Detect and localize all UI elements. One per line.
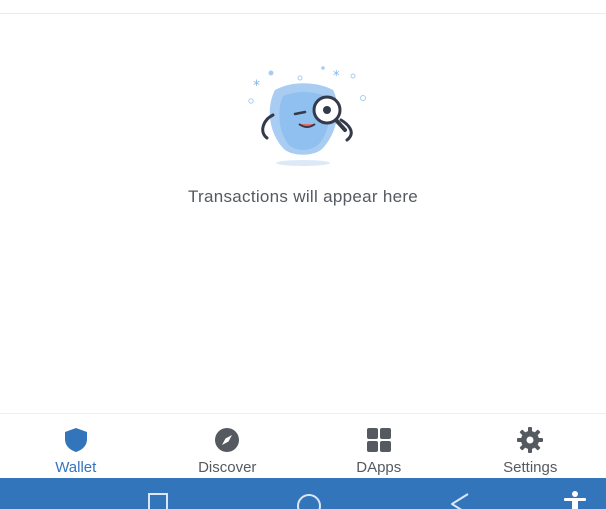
mascot-with-magnifier-icon: * * (248, 66, 366, 166)
svg-text:*: * (333, 69, 340, 84)
system-navigation-bar (0, 478, 606, 509)
gear-icon (517, 427, 544, 453)
recent-apps-icon[interactable] (146, 492, 172, 509)
header-divider (0, 13, 606, 14)
transactions-screen: * * Transactions will appear here Wallet… (0, 0, 606, 509)
compass-icon (215, 428, 240, 452)
nav-label-dapps: DApps (356, 459, 402, 476)
nav-label-settings: Settings (503, 459, 558, 476)
nav-label-discover: Discover (198, 459, 257, 476)
empty-state-message: Transactions will appear here (187, 187, 419, 206)
back-icon[interactable] (448, 492, 474, 509)
bottom-navigation: Wallet Discover DApps Settings (0, 413, 606, 479)
nav-item-wallet[interactable]: Wallet (0, 414, 152, 479)
svg-text:*: * (253, 78, 260, 94)
grid-icon (366, 428, 391, 452)
empty-state: * * Transactions will appear here (0, 60, 606, 207)
nav-item-settings[interactable]: Settings (455, 414, 606, 479)
shield-icon (64, 428, 87, 452)
home-icon[interactable] (293, 492, 325, 509)
nav-item-discover[interactable]: Discover (152, 414, 304, 479)
nav-item-dapps[interactable]: DApps (303, 414, 455, 479)
nav-label-wallet: Wallet (55, 459, 97, 476)
accessibility-icon[interactable] (560, 491, 590, 509)
